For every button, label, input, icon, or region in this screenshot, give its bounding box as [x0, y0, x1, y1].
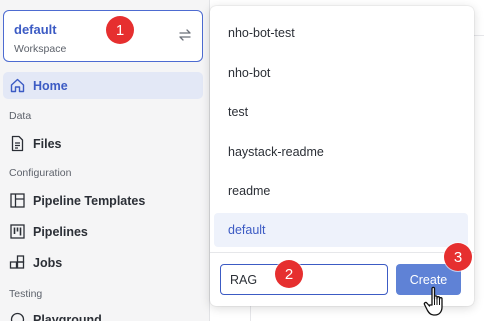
dropdown-divider [210, 252, 474, 253]
home-icon [10, 78, 25, 93]
workspace-name: default [14, 22, 57, 37]
new-workspace-input[interactable] [220, 264, 388, 295]
sidebar-item-label: Pipeline Templates [33, 193, 146, 208]
workspace-option[interactable]: haystack-readme [214, 135, 468, 169]
sidebar-item-files[interactable]: Files [3, 130, 203, 157]
playground-icon [10, 312, 25, 321]
step-badge-2: 2 [275, 260, 303, 288]
file-icon [11, 135, 24, 152]
sidebar-item-pipeline-templates[interactable]: Pipeline Templates [3, 187, 203, 214]
sidebar-item-home[interactable]: Home [3, 72, 203, 99]
sidebar-item-label: Files [33, 136, 62, 151]
workspace-label: Workspace [14, 43, 67, 55]
workspace-option[interactable]: nho-bot [214, 56, 468, 90]
swap-arrows-icon [179, 29, 191, 41]
sidebar-item-label: Jobs [33, 255, 63, 270]
step-badge-1: 1 [106, 16, 134, 44]
template-icon [10, 193, 25, 208]
sidebar-item-label: Playground [33, 312, 102, 321]
sidebar: default Workspace Home Data Files Config… [0, 0, 210, 321]
workspace-option[interactable]: nho-bot-test [214, 16, 468, 50]
workspace-option[interactable]: readme [214, 174, 468, 208]
pipeline-icon [10, 224, 25, 239]
section-heading-configuration: Configuration [9, 167, 72, 179]
jobs-icon [9, 255, 25, 269]
sidebar-item-jobs[interactable]: Jobs [3, 249, 203, 276]
workspace-dropdown: nho-bot-test nho-bot test haystack-readm… [210, 6, 474, 306]
sidebar-item-label: Home [33, 78, 68, 93]
sidebar-item-label: Pipelines [33, 224, 88, 239]
section-heading-data: Data [9, 110, 32, 122]
hand-pointer-icon [423, 286, 443, 316]
sidebar-item-pipelines[interactable]: Pipelines [3, 218, 203, 245]
section-heading-testing: Testing [9, 288, 43, 300]
workspace-switcher[interactable]: default Workspace [3, 10, 203, 62]
workspace-option[interactable]: test [214, 95, 468, 129]
workspace-option-selected[interactable]: default [214, 213, 468, 247]
step-badge-3: 3 [444, 243, 472, 271]
sidebar-item-playground[interactable]: Playground [3, 306, 203, 321]
